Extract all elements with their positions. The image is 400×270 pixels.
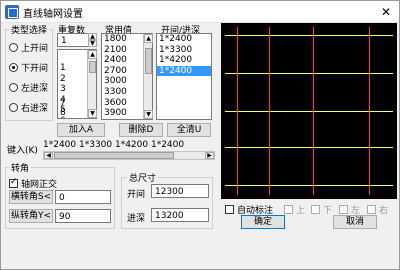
repeat-scrollbar[interactable]: ▲ ▼: [87, 50, 97, 118]
scroll-up-button[interactable]: ▲: [88, 50, 97, 59]
checkbox-box[interactable]: [284, 205, 293, 214]
total-depth-field: 13200: [151, 208, 209, 222]
key-in-field[interactable]: 1*2400 1*3300 1*4200 1*2400: [43, 140, 215, 151]
vertical-axis-line: [313, 27, 314, 195]
radio-circle[interactable]: [9, 43, 18, 52]
vertical-axis-line: [369, 27, 370, 195]
total-open-value: 12300: [155, 187, 184, 197]
title-bar[interactable]: 直线轴网设置 ✕: [1, 1, 399, 23]
list-item[interactable]: 1*3300: [157, 45, 211, 56]
radio-label: 下开间: [21, 64, 49, 74]
total-open-field: 12300: [151, 184, 209, 198]
scroll-thumb[interactable]: [89, 61, 96, 73]
horizontal-axis-line: [225, 73, 393, 74]
rotate-group-label: 转角: [9, 161, 32, 174]
total-group-label: 总尺寸: [127, 171, 159, 184]
repeat-spin-up[interactable]: ▲: [88, 33, 97, 40]
annotate-bottom-checkbox[interactable]: 下: [311, 203, 332, 216]
clear-all-button[interactable]: 全清U: [167, 123, 211, 137]
scroll-left-button[interactable]: ◀: [44, 152, 53, 159]
checkbox-label: 右: [379, 206, 389, 216]
orthogonal-checkbox[interactable]: 轴网正交: [9, 177, 57, 190]
ok-button[interactable]: 确定: [241, 215, 285, 229]
scroll-right-button[interactable]: ▶: [205, 152, 214, 159]
radio-label: 上开间: [21, 44, 49, 54]
list-item-selected[interactable]: 4200: [102, 118, 142, 119]
checkbox-label: 上: [296, 206, 306, 216]
close-button[interactable]: ✕: [375, 3, 397, 21]
common-scrollbar[interactable]: ▲ ▼: [143, 34, 153, 119]
cancel-button[interactable]: 取消: [333, 215, 377, 229]
radio-circle[interactable]: [9, 103, 18, 112]
scroll-down-button[interactable]: ▼: [144, 110, 153, 119]
radio-bottom-open[interactable]: 下开间: [9, 61, 48, 74]
total-depth-value: 13200: [155, 211, 184, 221]
list-item[interactable]: 7: [58, 98, 66, 109]
scroll-thumb[interactable]: [145, 48, 152, 74]
key-in-label: 键入(K): [7, 146, 38, 156]
scroll-down-button[interactable]: ▼: [88, 109, 97, 118]
checkbox-label: 下: [323, 206, 333, 216]
horizontal-rotate-field[interactable]: 0: [55, 190, 111, 204]
window-title: 直线轴网设置: [23, 9, 83, 20]
scroll-up-button[interactable]: ▲: [144, 34, 153, 43]
checkbox-box[interactable]: [9, 177, 18, 188]
total-depth-label: 进深: [127, 214, 146, 224]
horizontal-axis-line: [225, 147, 393, 148]
key-in-scrollbar[interactable]: ◀ ▶: [43, 151, 215, 160]
radio-right-depth[interactable]: 右进深: [9, 101, 48, 114]
radio-label: 右进深: [21, 104, 49, 114]
list-item-selected[interactable]: 1*2400: [157, 65, 211, 77]
add-button[interactable]: 加入A: [57, 123, 105, 137]
checkbox-box[interactable]: [339, 205, 348, 214]
checkbox-box[interactable]: [311, 205, 320, 214]
vertical-axis-line: [237, 27, 238, 195]
radio-circle[interactable]: [9, 63, 18, 72]
repeat-spin-down[interactable]: ▼: [88, 40, 97, 47]
delete-button[interactable]: 删除D: [119, 123, 163, 137]
open-depth-list[interactable]: 1*2400 1*3300 1*4200 1*2400: [156, 33, 212, 120]
list-item[interactable]: 8: [58, 108, 66, 119]
vertical-axis-line: [269, 27, 270, 195]
repeat-value: 1: [61, 36, 67, 46]
horizontal-rotate-value: 0: [59, 193, 65, 203]
annotate-top-checkbox[interactable]: 上: [284, 203, 305, 216]
axis-preview-canvas[interactable]: [221, 23, 397, 199]
scroll-thumb[interactable]: [54, 152, 174, 159]
horizontal-axis-line: [225, 111, 393, 112]
checkbox-box[interactable]: [367, 205, 376, 214]
radio-left-depth[interactable]: 左进深: [9, 81, 48, 94]
checkbox-box[interactable]: [225, 205, 234, 214]
radio-top-open[interactable]: 上开间: [9, 41, 48, 54]
list-item[interactable]: 1*4200: [157, 55, 211, 66]
horizontal-axis-line: [225, 185, 393, 186]
horizontal-rotate-button[interactable]: 横转角S<: [9, 190, 53, 204]
app-icon: [5, 5, 19, 19]
radio-label: 左进深: [21, 84, 49, 94]
vertical-rotate-field[interactable]: 90: [55, 209, 111, 223]
vertical-rotate-button[interactable]: 纵转角Y<: [9, 209, 53, 223]
horizontal-axis-line: [225, 35, 393, 36]
type-group-label: 类型选择: [9, 23, 50, 36]
dialog-window: 直线轴网设置 ✕ 类型选择 上开间 下开间 左进深 右进深 重复数 1 ▲ ▼ …: [0, 0, 400, 270]
total-open-label: 开间: [127, 190, 146, 200]
radio-circle[interactable]: [9, 83, 18, 92]
checkbox-label: 轴网正交: [21, 180, 58, 190]
vertical-rotate-value: 90: [59, 212, 71, 222]
list-item[interactable]: 1*2400: [157, 34, 211, 45]
